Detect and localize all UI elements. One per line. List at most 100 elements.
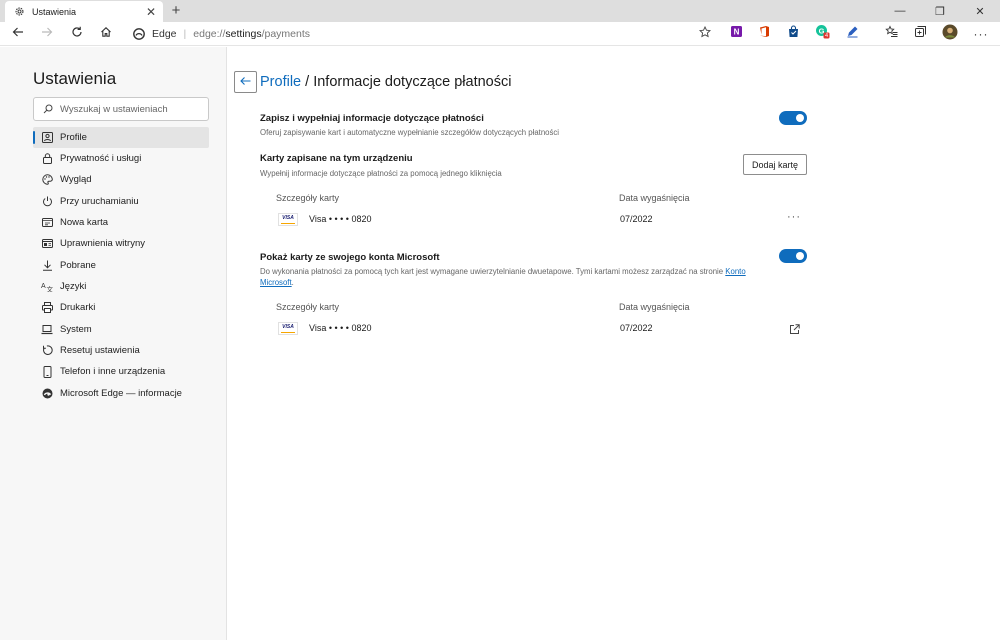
sidebar-item-label: Wygląd xyxy=(60,174,92,185)
shopping-extension[interactable] xyxy=(784,25,802,43)
sidebar-item-label: Prywatność i usługi xyxy=(60,153,142,164)
sidebar-item-languages[interactable]: A文 Języki xyxy=(33,276,209,297)
sidebar-item-label: Uprawnienia witryny xyxy=(60,238,146,249)
sidebar-item-startup[interactable]: Przy uruchamianiu xyxy=(33,191,209,212)
download-icon xyxy=(40,260,54,271)
sidebar-item-printers[interactable]: Drukarki xyxy=(33,297,209,318)
visa-logo: VISA xyxy=(278,213,298,226)
more-menu-button[interactable]: ··· xyxy=(972,25,990,43)
sidebar-title: Ustawienia xyxy=(33,69,117,88)
tab-close-button[interactable]: ✕ xyxy=(143,5,159,19)
card-name: Visa • • • • 0820 xyxy=(309,214,372,224)
breadcrumb-profile-link[interactable]: Profile xyxy=(260,74,301,90)
open-external-button[interactable] xyxy=(789,322,800,340)
sidebar-item-about[interactable]: Microsoft Edge — informacje xyxy=(33,383,209,404)
restore-button[interactable]: ❐ xyxy=(920,0,960,22)
ms-cards-toggle[interactable] xyxy=(779,249,807,263)
open-external-icon xyxy=(789,322,800,339)
page-title: / Informacje dotyczące płatności xyxy=(301,74,512,90)
sidebar-item-downloads[interactable]: Pobrane xyxy=(33,255,209,276)
collections-icon xyxy=(914,25,927,43)
office-icon xyxy=(758,25,771,43)
add-card-button[interactable]: Dodaj kartę xyxy=(743,154,807,175)
favorite-star-icon[interactable] xyxy=(698,25,712,41)
sidebar-item-label: Telefon i inne urządzenia xyxy=(60,366,166,377)
svg-text:N: N xyxy=(733,28,739,37)
tab-settings[interactable]: Ustawienia ✕ xyxy=(5,1,163,22)
card-more-actions-button[interactable]: ··· xyxy=(787,211,801,223)
refresh-button[interactable] xyxy=(67,24,87,44)
visa-logo: VISA xyxy=(278,322,298,335)
sidebar-item-label: Pobrane xyxy=(60,260,96,271)
back-button[interactable] xyxy=(234,71,257,93)
sidebar-item-label: Nowa karta xyxy=(60,217,109,228)
col-expiry-date: Data wygaśnięcia xyxy=(619,193,690,203)
edge-logo-icon xyxy=(133,28,147,40)
sidebar-item-phone[interactable]: Telefon i inne urządzenia xyxy=(33,361,209,382)
sidebar-item-reset[interactable]: Resetuj ustawienia xyxy=(33,340,209,361)
toolbar: Edge | edge://settings/payments N G4 ··· xyxy=(0,22,1000,46)
favorites-list-icon xyxy=(884,25,898,43)
tab-strip: Ustawienia ✕ + — ❐ ✕ xyxy=(0,0,1000,22)
forward-nav-button[interactable] xyxy=(37,24,57,44)
search-placeholder: Wyszukaj w ustawieniach xyxy=(60,103,168,115)
sidebar-item-site-permissions[interactable]: Uprawnienia witryny xyxy=(33,233,209,254)
collections-button[interactable] xyxy=(911,25,929,43)
sidebar-item-label: Microsoft Edge — informacje xyxy=(60,388,182,399)
home-button[interactable] xyxy=(96,24,116,44)
refresh-icon xyxy=(71,25,83,43)
card-name: Visa • • • • 0820 xyxy=(309,323,372,333)
ms-account-link-2[interactable]: Microsoft xyxy=(260,278,292,287)
card-expiry: 07/2022 xyxy=(620,214,653,224)
arrow-left-icon xyxy=(240,73,251,91)
lock-icon xyxy=(40,153,54,164)
breadcrumb: Profile / Informacje dotyczące płatności xyxy=(260,74,511,90)
sidebar-item-label: Języki xyxy=(60,281,87,292)
address-bar[interactable]: Edge | edge://settings/payments xyxy=(125,24,717,44)
col-card-details: Szczegóły karty xyxy=(276,193,340,203)
pen-extension[interactable] xyxy=(843,25,861,43)
printer-icon xyxy=(40,302,54,313)
card-expiry: 07/2022 xyxy=(620,323,653,333)
site-permissions-icon xyxy=(40,238,54,249)
profile-avatar-button[interactable] xyxy=(941,24,959,43)
new-tab-button[interactable]: + xyxy=(168,2,184,20)
sidebar-item-label: Resetuj ustawienia xyxy=(60,345,140,356)
address-separator: | xyxy=(183,28,187,40)
local-cards-title: Karty zapisane na tym urządzeniu xyxy=(260,153,413,164)
tab-title: Ustawienia xyxy=(32,6,77,17)
power-icon xyxy=(40,196,54,207)
col-expiry-date: Data wygaśnięcia xyxy=(619,302,690,312)
search-icon xyxy=(43,104,53,114)
new-tab-icon xyxy=(40,217,54,228)
onenote-icon: N xyxy=(730,25,743,43)
url-text: edge://settings/payments xyxy=(193,28,311,40)
payments-settings-page: Profile / Informacje dotyczące płatności… xyxy=(228,47,1000,640)
home-icon xyxy=(100,25,112,43)
sidebar-item-appearance[interactable]: Wygląd xyxy=(33,169,209,190)
gear-icon xyxy=(11,6,27,17)
sidebar-item-new-tab[interactable]: Nowa karta xyxy=(33,212,209,233)
profile-icon xyxy=(40,132,54,143)
edge-logo-icon xyxy=(40,388,54,399)
save-payment-toggle[interactable] xyxy=(779,111,807,125)
settings-search-input[interactable]: Wyszukaj w ustawieniach xyxy=(33,97,209,121)
sidebar-item-label: Przy uruchamianiu xyxy=(60,196,139,207)
sidebar-item-label: Profile xyxy=(60,132,87,143)
site-identity: Edge xyxy=(152,28,177,40)
favorites-button[interactable] xyxy=(882,25,900,43)
ms-account-link[interactable]: Konto xyxy=(725,267,745,276)
close-window-button[interactable]: ✕ xyxy=(960,0,1000,22)
ms-cards-title: Pokaż karty ze swojego konta Microsoft xyxy=(260,252,440,263)
sidebar-item-profile[interactable]: Profile xyxy=(33,127,209,148)
minimize-button[interactable]: — xyxy=(880,0,920,22)
back-nav-button[interactable] xyxy=(8,24,28,44)
pen-icon xyxy=(846,25,859,43)
sidebar-item-system[interactable]: System xyxy=(33,319,209,340)
ms-cards-description: Do wykonania płatności za pomocą tych ka… xyxy=(260,267,746,287)
office-extension[interactable] xyxy=(755,25,773,43)
grammarly-extension[interactable]: G4 xyxy=(813,25,831,43)
sidebar-item-privacy[interactable]: Prywatność i usługi xyxy=(33,148,209,169)
onenote-extension[interactable]: N xyxy=(727,25,745,43)
svg-text:4: 4 xyxy=(824,33,827,39)
